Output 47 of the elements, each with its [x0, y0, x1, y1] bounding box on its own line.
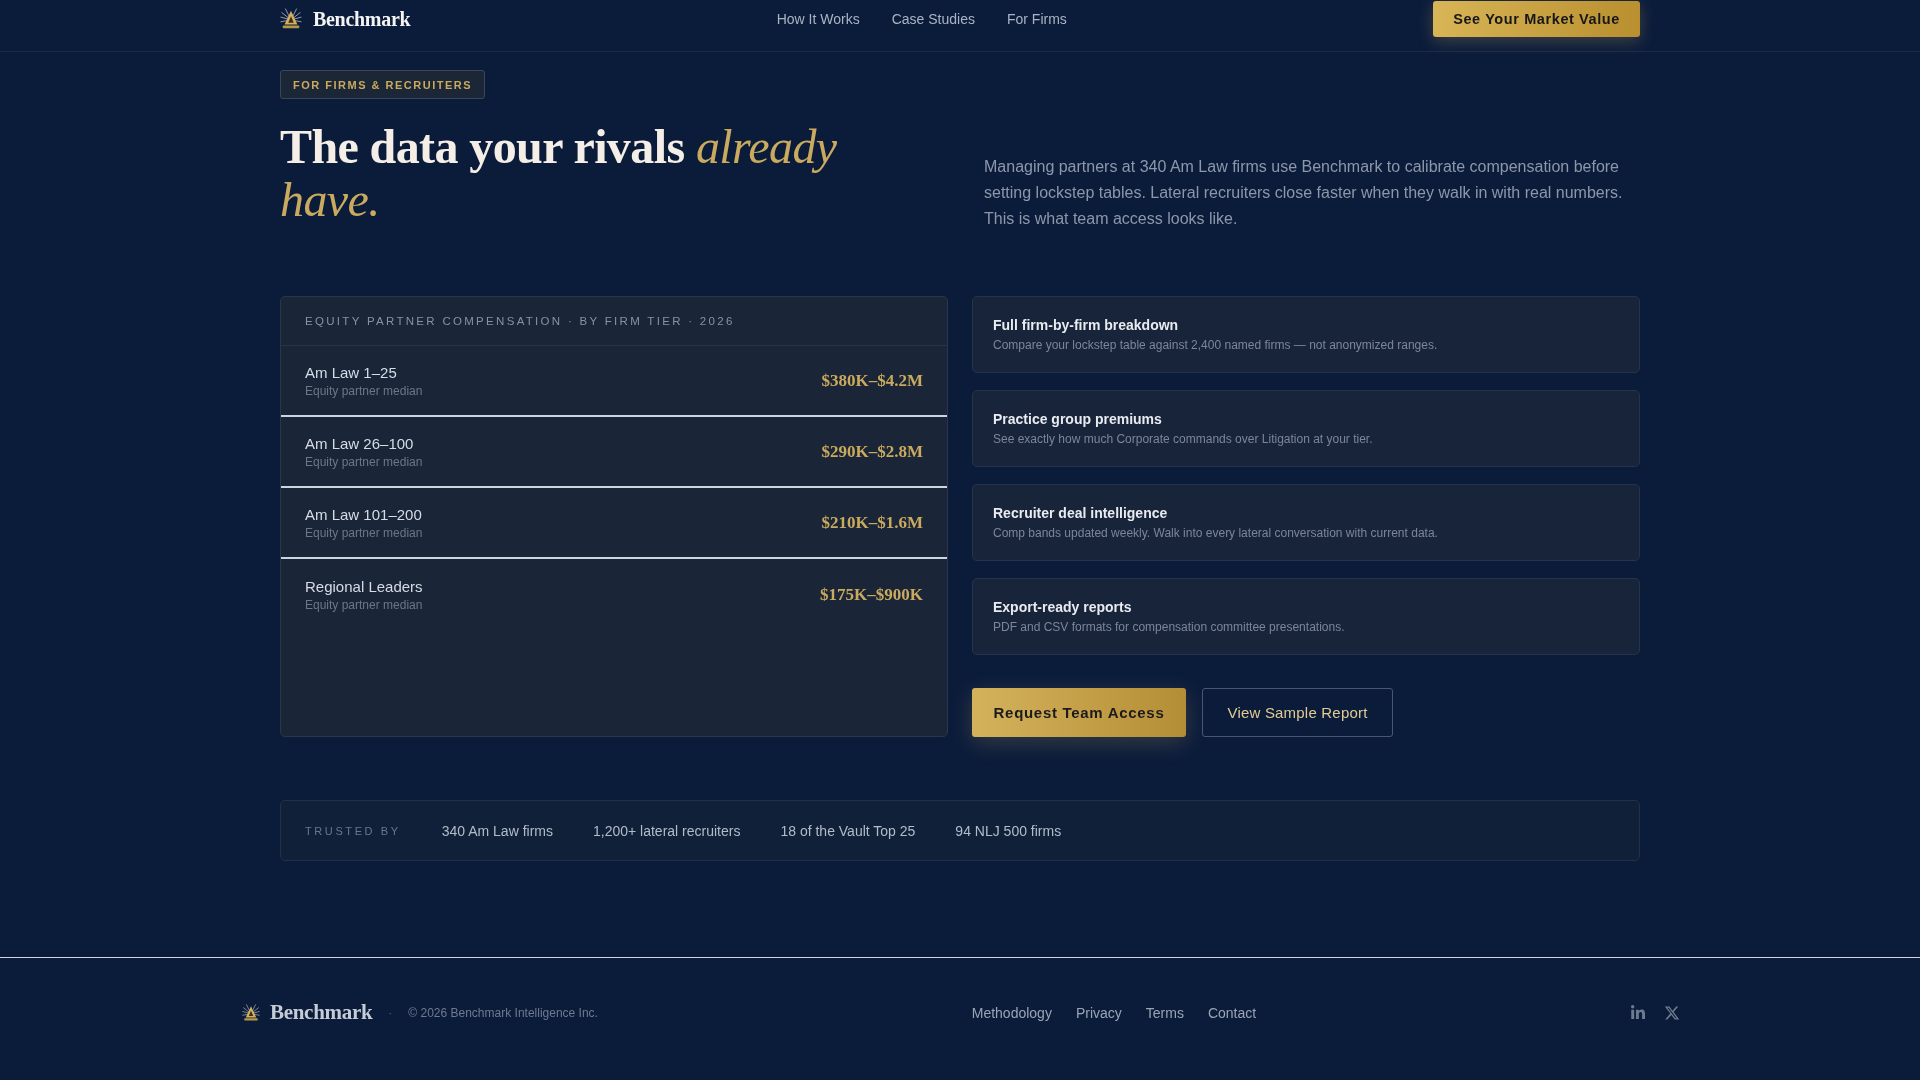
- tier-caption: Equity partner median: [305, 383, 423, 398]
- footer-link[interactable]: Contact: [1207, 1004, 1257, 1021]
- feature-title: Full firm-by-firm breakdown: [993, 317, 1180, 333]
- linkedin-icon[interactable]: [1630, 1004, 1646, 1021]
- category-badge: FOR FIRMS & RECRUITERS: [280, 70, 486, 99]
- feature-description: Compare your lockstep table against 2,400 named firms — not anonymized ranges.: [993, 338, 1439, 352]
- footer-link[interactable]: Terms: [1145, 1004, 1184, 1021]
- trusted-item: 1,200+ lateral recruiters: [592, 822, 741, 839]
- feature-title: Export-ready reports: [993, 599, 1133, 615]
- brand-name: Benchmark: [313, 7, 411, 31]
- feature-title: Practice group premiums: [993, 411, 1163, 427]
- copyright-text: © 2026 Benchmark Intelligence Inc.: [408, 1005, 598, 1020]
- separator-dot: ·: [388, 1005, 393, 1020]
- tier-caption: Equity partner median: [305, 597, 423, 612]
- pay-range: $380K–$4.2M: [821, 370, 923, 391]
- tier-name: Am Law 26–100: [305, 434, 415, 452]
- nav-link[interactable]: Case Studies: [891, 11, 975, 27]
- tier-name: Am Law 1–25: [305, 363, 398, 381]
- feature-description: PDF and CSV formats for compensation committee presentations.: [993, 620, 1346, 634]
- feature-description: See exactly how much Corporate commands over Litigation at your tier.: [993, 432, 1374, 446]
- nav-link[interactable]: How It Works: [776, 11, 860, 27]
- hero-intro: Managing partners at 340 Am Law firms use Benchmark to calibrate compensation before setting lockstep tables. Lateral recruiters close faster when they walk in with real numbers. This is what team access looks like.: [984, 157, 1624, 229]
- tier-name: Am Law 101–200: [305, 505, 423, 523]
- pay-range: $290K–$2.8M: [821, 441, 923, 462]
- nav-link[interactable]: For Firms: [1006, 11, 1067, 27]
- primary-button[interactable]: Request Team Access: [972, 688, 1186, 737]
- footer-link[interactable]: Privacy: [1075, 1004, 1122, 1021]
- x-icon[interactable]: [1664, 1004, 1680, 1021]
- table-title: EQUITY PARTNER COMPENSATION · BY FIRM TIER · 2026: [281, 297, 947, 346]
- footer-link[interactable]: Methodology: [971, 1004, 1052, 1021]
- trusted-item: 94 NLJ 500 firms: [955, 822, 1062, 839]
- trusted-label: TRUSTED BY: [305, 824, 401, 837]
- hero-headline: The data your rivals already have.: [280, 120, 838, 226]
- feature-description: Comp bands updated weekly. Walk into every lateral conversation with current data.: [993, 526, 1439, 540]
- emblem-icon: [280, 8, 302, 30]
- tier-name: Regional Leaders: [305, 577, 423, 595]
- tier-caption: Equity partner median: [305, 525, 423, 540]
- pay-range: $210K–$1.6M: [821, 512, 923, 533]
- emblem-icon: [242, 1003, 260, 1022]
- feature-title: Recruiter deal intelligence: [993, 505, 1169, 521]
- pay-range: $175K–$900K: [820, 584, 923, 605]
- trusted-item: 340 Am Law firms: [441, 822, 553, 839]
- tier-caption: Equity partner median: [305, 454, 423, 469]
- cta-button[interactable]: See Your Market Value: [1433, 1, 1640, 37]
- footer-brand: Benchmark: [270, 1000, 373, 1025]
- trusted-item: 18 of the Vault Top 25: [780, 822, 916, 839]
- outline-button[interactable]: View Sample Report: [1202, 688, 1393, 737]
